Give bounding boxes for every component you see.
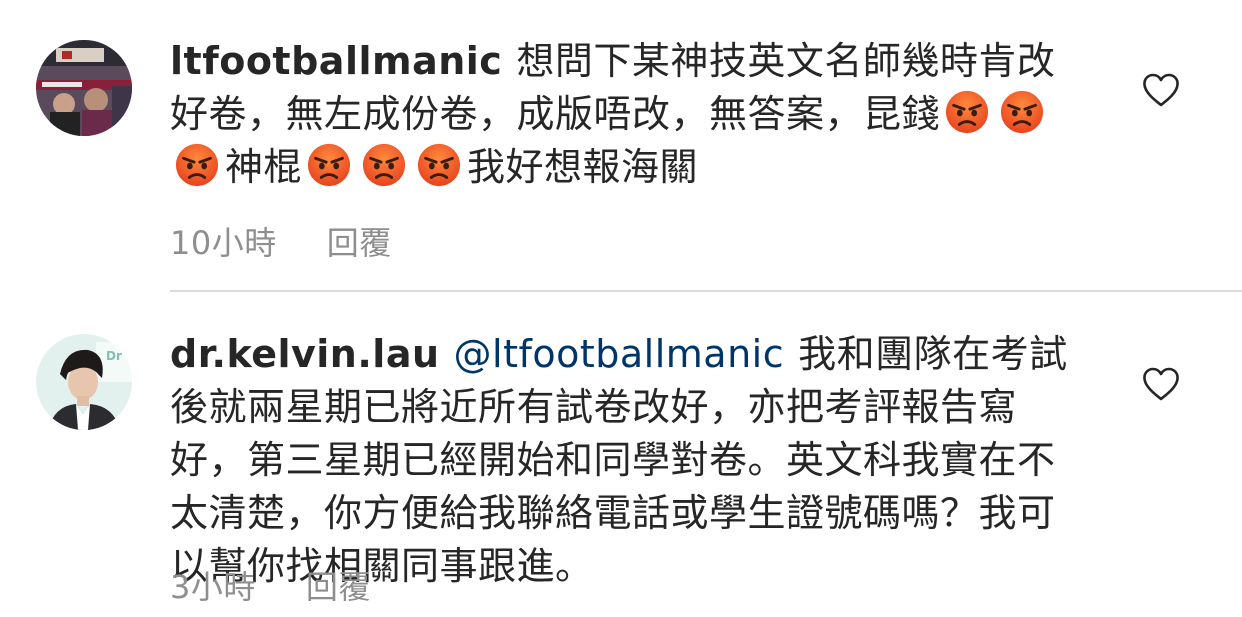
comment-text: ltfootballmanic 想問下某神技英文名師幾時肯改好卷，無左成份卷，成版…: [170, 35, 1070, 194]
reply-button[interactable]: 回覆: [306, 568, 371, 606]
username[interactable]: dr.kelvin.lau: [170, 332, 440, 376]
like-heart-icon[interactable]: [1141, 72, 1181, 108]
comment-text-segment: 神棍: [225, 145, 303, 189]
comment-text-segment: 我好想報海關: [467, 145, 699, 189]
mention-link[interactable]: @ltfootballmanic: [454, 332, 785, 376]
username[interactable]: ltfootballmanic: [170, 39, 502, 83]
comment-meta: 3小時 回覆: [170, 562, 371, 608]
like-heart-icon[interactable]: [1141, 366, 1181, 402]
timestamp: 10小時: [170, 224, 277, 262]
svg-text:Dr: Dr: [106, 349, 122, 363]
angry-face-emoji-icon: [306, 142, 352, 188]
avatar[interactable]: [36, 40, 132, 136]
comment-text: dr.kelvin.lau @ltfootballmanic 我和團隊在考試後就兩星…: [170, 328, 1070, 593]
angry-face-emoji-icon: [944, 89, 990, 135]
divider: [170, 290, 1242, 292]
comment-meta: 10小時 回覆: [170, 218, 392, 264]
angry-face-emoji-icon: [999, 89, 1045, 135]
timestamp: 3小時: [170, 568, 256, 606]
reply-button[interactable]: 回覆: [327, 224, 392, 262]
angry-face-emoji-icon: [361, 142, 407, 188]
avatar[interactable]: Dr: [36, 334, 132, 430]
angry-face-emoji-icon: [174, 142, 220, 188]
angry-face-emoji-icon: [416, 142, 462, 188]
